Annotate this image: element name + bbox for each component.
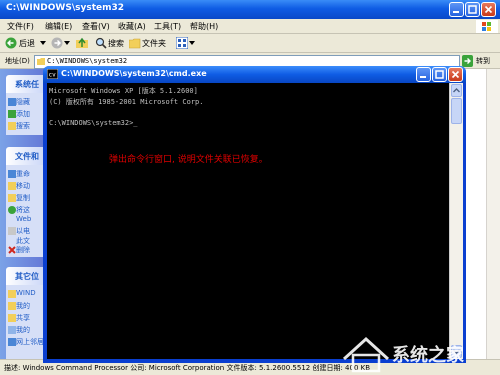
folder-icon [37, 58, 45, 65]
explorer-title: C:\WINDOWS\system32 [6, 3, 125, 13]
cmd-title-bar[interactable]: cv C:\WINDOWS\system32\cmd.exe [43, 66, 466, 83]
task-link[interactable]: 删除 [16, 245, 30, 255]
task-link[interactable]: 将这 [16, 205, 30, 215]
search-icon [8, 122, 16, 130]
maximize-icon [435, 70, 444, 79]
other-places-header[interactable]: 其它位 [6, 267, 48, 285]
minimize-icon [420, 76, 426, 78]
menu-bar: 文件(F) 编辑(E) 查看(V) 收藏(A) 工具(T) 帮助(H) [0, 19, 500, 34]
cmd-scrollbar[interactable] [449, 83, 463, 359]
views-icon[interactable] [176, 37, 188, 49]
cmd-title: C:\WINDOWS\system32\cmd.exe [61, 69, 207, 78]
cmd-maximize-button[interactable] [432, 67, 447, 82]
other-places-title: 其它位 [15, 272, 39, 281]
copy-icon [8, 194, 16, 202]
file-tasks-panel: 重命 移动 复制 将这 Web 以电 此文 删除 [6, 165, 48, 257]
place-link[interactable]: 我的 [16, 325, 30, 335]
maximize-button[interactable] [465, 2, 480, 17]
chevron-down-icon[interactable] [189, 41, 195, 46]
folders-button[interactable]: 文件夹 [142, 38, 166, 49]
cmd-close-button[interactable] [448, 67, 463, 82]
shared-folder-icon [8, 314, 16, 322]
explorer-title-bar[interactable]: C:\WINDOWS\system32 [0, 0, 500, 19]
minimize-icon [453, 11, 459, 13]
task-link[interactable]: 重命 [16, 169, 30, 179]
file-tasks-title: 文件和 [15, 152, 39, 161]
menu-edit[interactable]: 编辑(E) [45, 21, 72, 32]
task-link[interactable]: 隐藏 [16, 97, 30, 107]
chevron-down-icon[interactable] [64, 41, 70, 46]
folder-icon [8, 290, 16, 298]
annotation-text: 弹出命令行窗口, 说明文件关联已恢复。 [109, 155, 268, 165]
task-link[interactable]: Web [16, 215, 31, 223]
forward-arrow-icon[interactable] [51, 37, 63, 49]
task-link[interactable]: 移动 [16, 181, 30, 191]
place-link[interactable]: 我的 [16, 301, 30, 311]
task-link[interactable]: 以电 [16, 226, 30, 236]
maximize-icon [468, 5, 477, 14]
menu-help[interactable]: 帮助(H) [190, 21, 218, 32]
rename-icon [8, 170, 16, 178]
go-arrow-icon[interactable] [462, 55, 473, 67]
task-link[interactable]: 添加 [16, 109, 30, 119]
go-button[interactable]: 转到 [476, 56, 490, 66]
email-icon [8, 227, 16, 235]
back-arrow-icon[interactable] [5, 37, 17, 49]
console-line: (C) 版权所有 1985-2001 Microsoft Corp. [49, 98, 204, 106]
menu-tools[interactable]: 工具(T) [154, 21, 181, 32]
scroll-thumb[interactable] [451, 98, 462, 124]
task-link[interactable]: 复制 [16, 193, 30, 203]
watermark-text: 系统之家 [392, 344, 465, 366]
system-tasks-header[interactable]: 系统任 [6, 75, 48, 93]
computer-icon [8, 326, 16, 334]
task-pane: 系统任 隐藏 添加 搜索 文件和 重命 移动 复制 将这 Web 以电 此文 删… [0, 69, 48, 359]
address-label: 地址(D) [5, 57, 30, 65]
scroll-up-button[interactable] [451, 84, 462, 97]
console-line: Microsoft Windows XP [版本 5.1.2600] [49, 87, 198, 95]
up-folder-icon[interactable] [76, 37, 88, 49]
move-icon [8, 182, 16, 190]
file-list-scrollbar[interactable] [486, 69, 500, 359]
menu-favorites[interactable]: 收藏(A) [118, 21, 146, 32]
close-icon [451, 70, 460, 79]
folder-icon [8, 302, 16, 310]
system-tasks-title: 系统任 [15, 80, 39, 89]
add-remove-icon [8, 110, 16, 118]
close-icon [484, 5, 493, 14]
system-tasks-panel: 隐藏 添加 搜索 [6, 93, 48, 135]
console-icon: cv [47, 69, 58, 79]
menu-view[interactable]: 查看(V) [82, 21, 110, 32]
house-logo-icon: 系统之家 [342, 336, 465, 373]
place-link[interactable]: 网上邻居 [16, 337, 44, 347]
folder-icon[interactable] [129, 37, 141, 49]
publish-web-icon [8, 206, 16, 214]
place-link[interactable]: WIND [16, 289, 36, 297]
menu-file[interactable]: 文件(F) [7, 21, 34, 32]
delete-icon [8, 246, 16, 254]
status-text: 描述: Windows Command Processor 公司: Micros… [4, 364, 371, 372]
other-places-panel: WIND 我的 共享 我的 网上邻居 [6, 285, 48, 359]
task-link[interactable]: 搜索 [16, 121, 30, 131]
address-value: C:\WINDOWS\system32 [47, 57, 128, 65]
svg-text:cv: cv [49, 72, 57, 79]
search-button[interactable]: 搜索 [108, 38, 124, 49]
watermark-logo: 系统之家 [340, 325, 500, 375]
chevron-down-icon[interactable] [40, 41, 46, 46]
minimize-button[interactable] [449, 2, 464, 17]
windows-logo-icon [476, 20, 498, 33]
console-output[interactable]: Microsoft Windows XP [版本 5.1.2600] (C) 版… [47, 83, 449, 359]
search-icon[interactable] [95, 37, 107, 49]
console-prompt: C:\WINDOWS\system32>_ [49, 119, 138, 127]
place-link[interactable]: 共享 [16, 313, 30, 323]
cmd-window[interactable]: cv C:\WINDOWS\system32\cmd.exe Microsoft… [43, 66, 466, 363]
chevron-up-icon [453, 88, 460, 93]
back-button[interactable]: 后退 [19, 38, 35, 49]
cmd-minimize-button[interactable] [416, 67, 431, 82]
file-tasks-header[interactable]: 文件和 [6, 147, 48, 165]
network-icon [8, 338, 16, 346]
close-button[interactable] [481, 2, 496, 17]
toolbar: 后退 搜索 文件夹 [0, 34, 500, 53]
hide-icon [8, 98, 16, 106]
